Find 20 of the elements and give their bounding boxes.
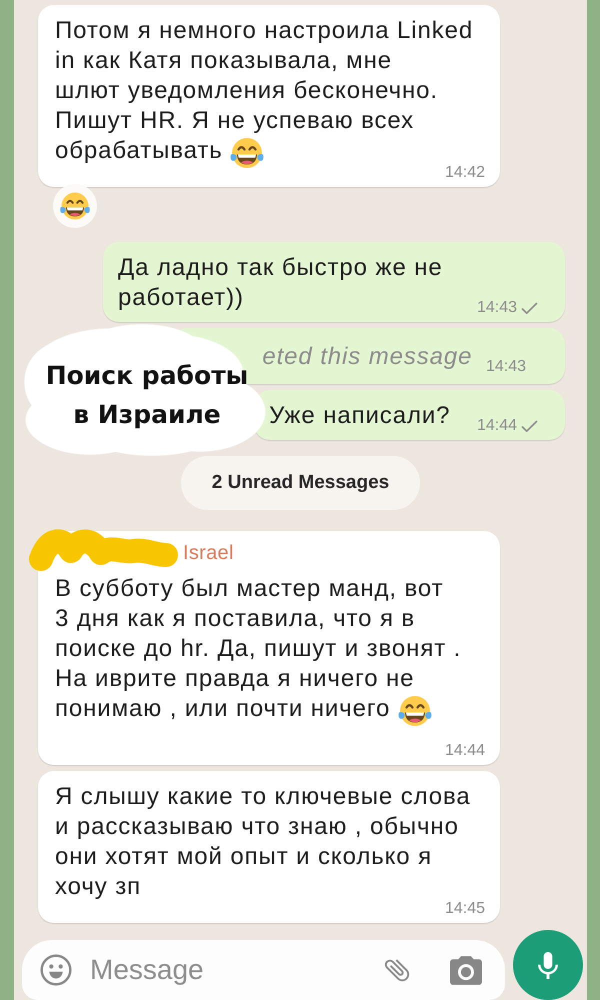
caption-text: Поиск работы в Израиле (46, 360, 248, 431)
message-input-field[interactable]: Message (22, 940, 505, 1000)
camera-icon[interactable] (450, 956, 482, 984)
message-time: 14:42 (444, 165, 485, 181)
sender-name: Israel (183, 542, 234, 564)
message-text: Да ладно так быстро же не работает)) (118, 254, 443, 311)
deleted-message-text: eted this message (262, 343, 472, 370)
message-text: Уже написали? (269, 402, 450, 429)
message-text: Я слышу какие то ключевые слова и рассказываю что знаю , обычно они хотят мой опыт и сколько я хочу зп (55, 783, 471, 900)
message-time: 14:43 (486, 359, 526, 375)
unread-messages-banner: 2 Unread Messages (180, 456, 420, 510)
message-time: 14:43 (476, 300, 517, 316)
microphone-icon (538, 952, 558, 978)
emoji-icon[interactable] (40, 954, 72, 986)
message-time: 14:45 (444, 901, 485, 917)
message-text: В субботу был мастер манд, вот 3 дня как я поставила, что я в поиске до hr. Да, пишут и звонят . На иврите правда я ничего не понимаю , или почти ничего (55, 575, 462, 722)
message-input[interactable]: Message (90, 953, 364, 987)
message-time: 14:44 (444, 743, 485, 759)
message-time: 14:44 (476, 418, 517, 434)
message-text: Потом я немного настроила Linked in как Катя показывала, мне шлют уведомления бесконечно. Пишут HR. Я не успеваю всех обрабатывать (55, 17, 474, 164)
